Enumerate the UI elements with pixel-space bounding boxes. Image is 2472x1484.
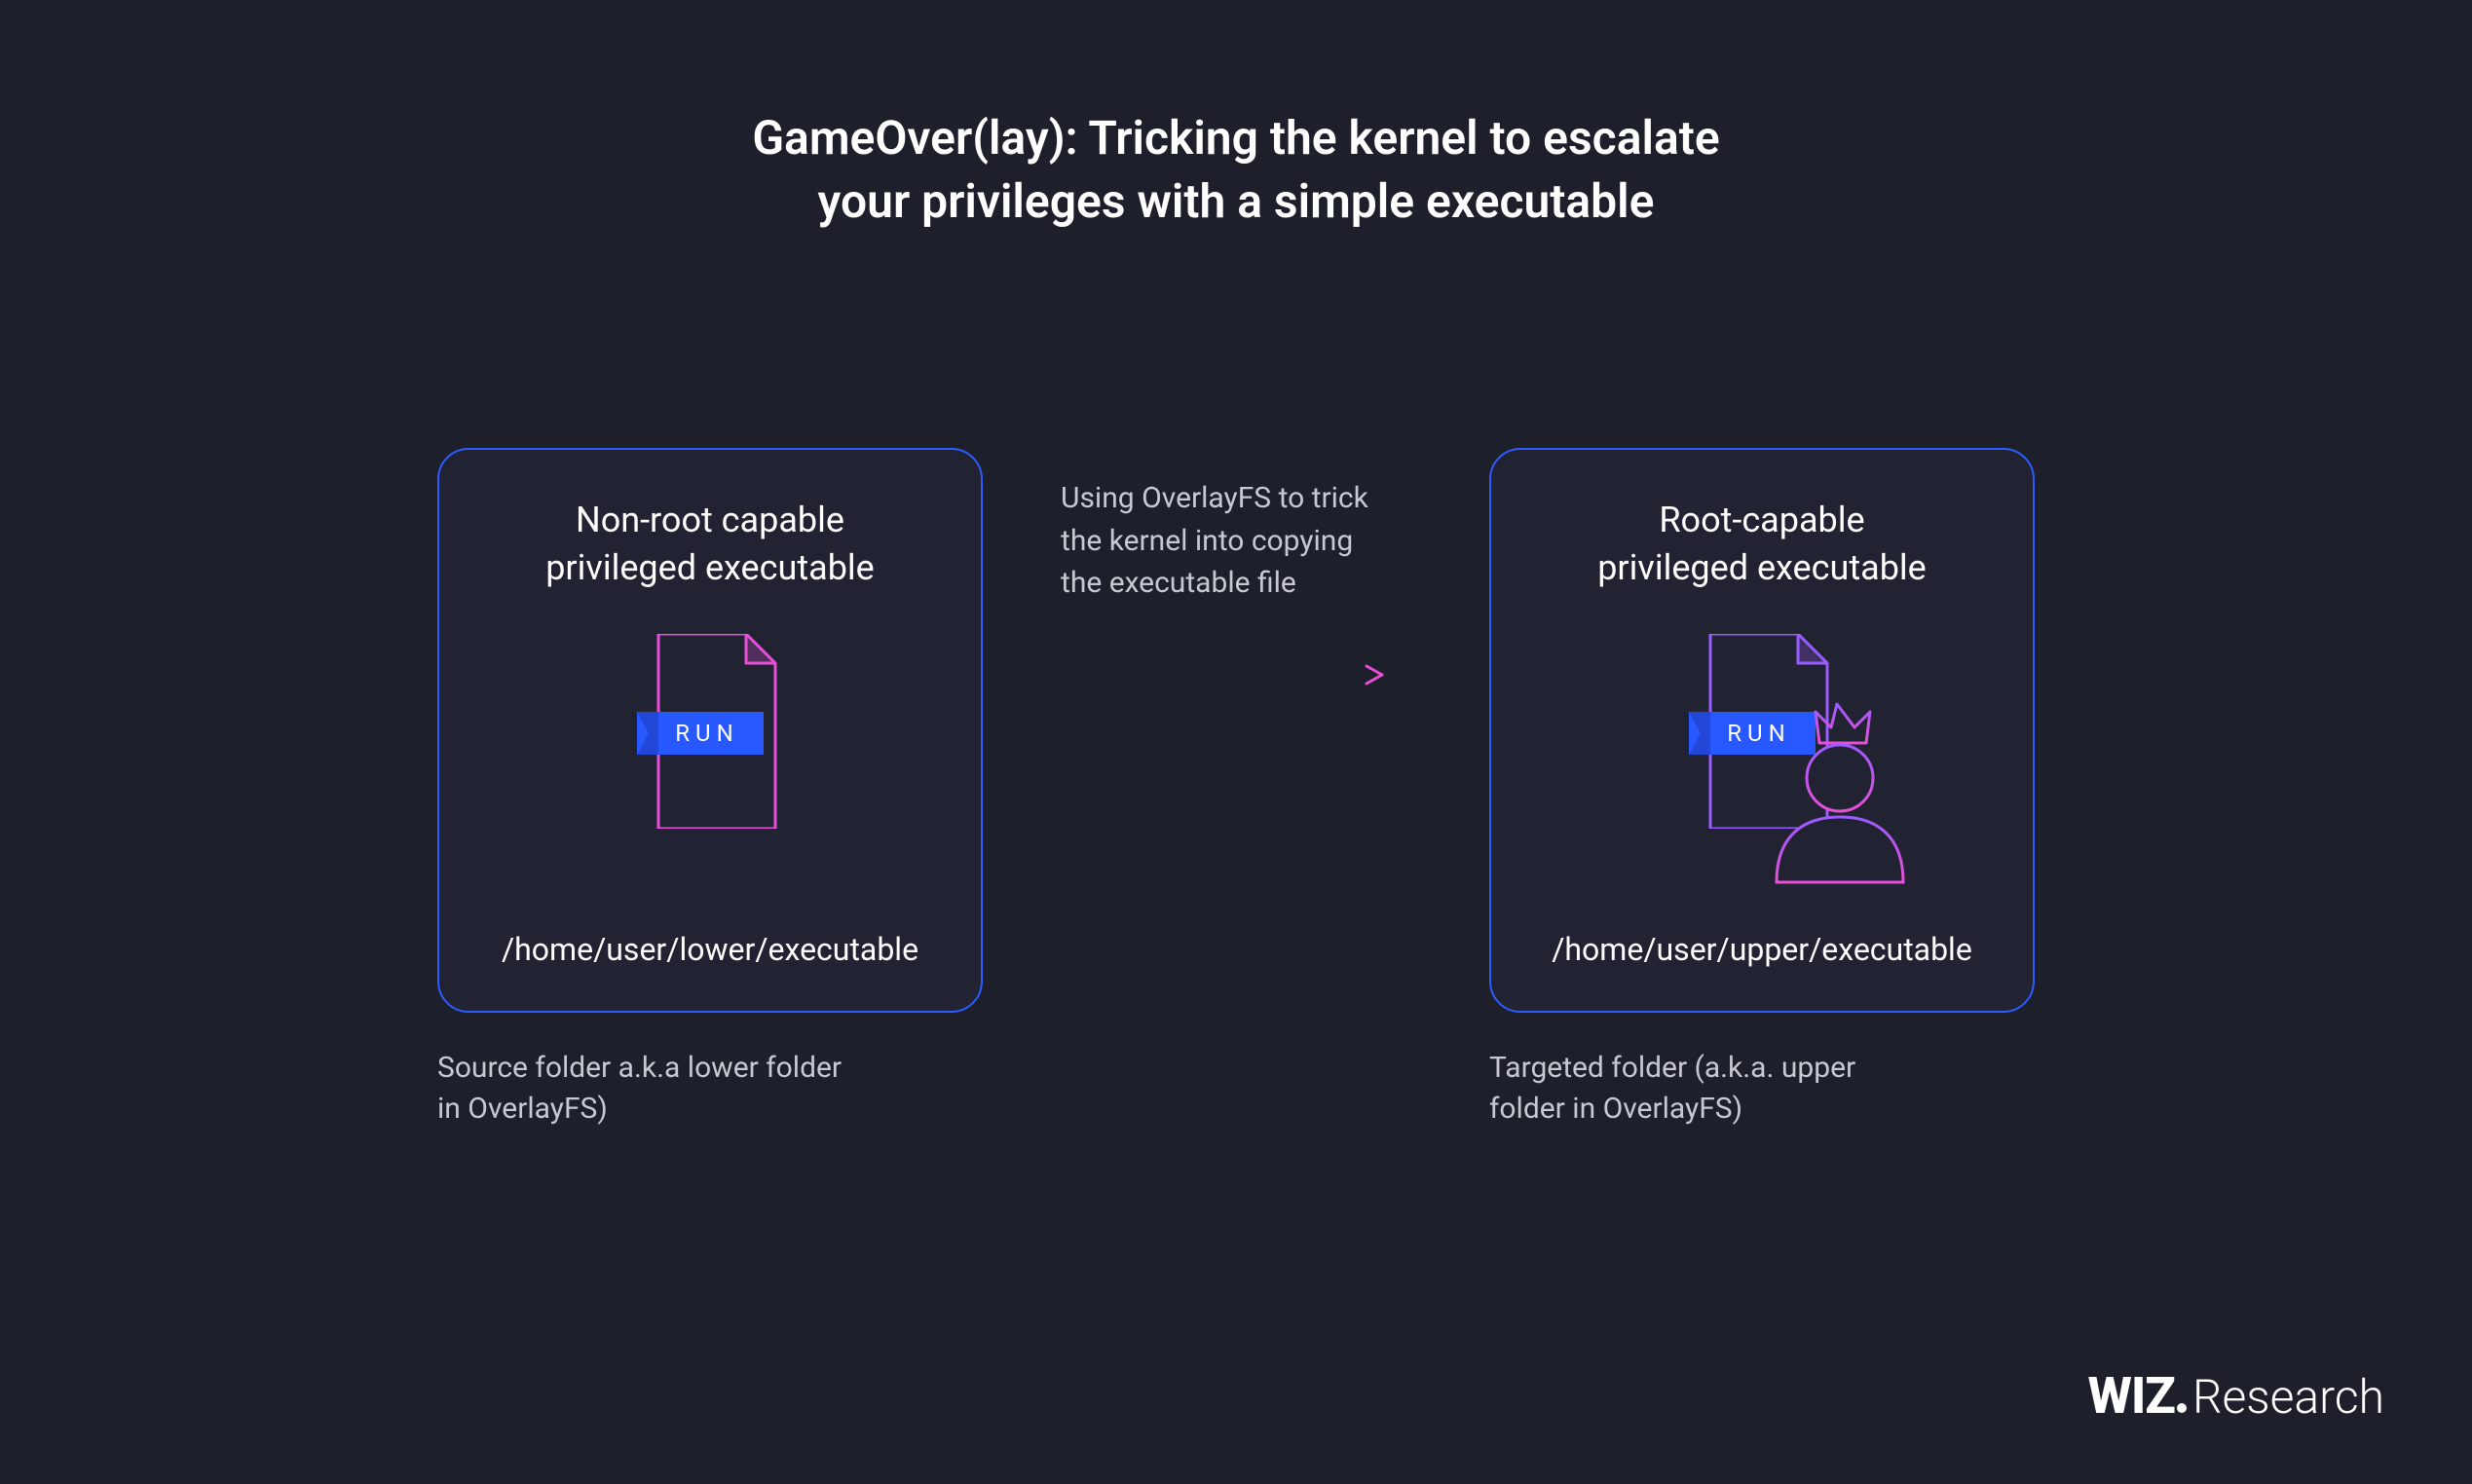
logo-suffix: Research (2192, 1369, 2384, 1425)
middle-column: Using OverlayFS to trick the kernel into… (1061, 448, 1411, 686)
right-caption-line-2: folder in OverlayFS) (1489, 1092, 1742, 1126)
right-heading-line-1: Root-capable (1659, 500, 1864, 540)
right-card-wrap: Root-capable privileged executable RUN (1489, 448, 2035, 1130)
right-path: /home/user/upper/executable (1491, 931, 2033, 968)
diagram-title: GameOver(lay): Tricking the kernel to es… (506, 107, 1966, 234)
logo-dot-icon (2177, 1403, 2187, 1413)
middle-line-3: the executable file (1061, 566, 1296, 600)
run-label: RUN (675, 720, 738, 747)
left-path: /home/user/lower/executable (439, 931, 981, 968)
run-file-root-icon: RUN (1689, 634, 1835, 829)
left-caption-line-1: Source folder a.k.a lower folder (437, 1051, 842, 1085)
arrow-icon (1070, 663, 1402, 686)
middle-text: Using OverlayFS to trick the kernel into… (1061, 477, 1411, 605)
title-line-2: your privileges with a simple executable (818, 173, 1655, 229)
left-card-heading: Non-root capable privileged executable (545, 497, 875, 591)
left-heading-line-2: privileged executable (545, 547, 875, 588)
right-caption: Targeted folder (a.k.a. upper folder in … (1489, 1048, 1855, 1130)
run-file-icon: RUN (637, 634, 783, 829)
left-caption-line-2: in OverlayFS) (437, 1092, 608, 1126)
logo-brand: WIZ (2088, 1366, 2175, 1426)
left-caption: Source folder a.k.a lower folder in Over… (437, 1048, 842, 1130)
right-card: Root-capable privileged executable RUN (1489, 448, 2035, 1013)
diagram-canvas: GameOver(lay): Tricking the kernel to es… (0, 0, 2472, 1484)
right-heading-line-2: privileged executable (1597, 547, 1927, 588)
right-card-heading: Root-capable privileged executable (1597, 497, 1927, 591)
left-heading-line-1: Non-root capable (576, 500, 844, 540)
diagram-row: Non-root capable privileged executable R… (0, 448, 2472, 1130)
left-card: Non-root capable privileged executable R… (437, 448, 983, 1013)
wiz-research-logo: WIZ Research (2088, 1366, 2385, 1426)
middle-line-2: the kernel into copying (1061, 524, 1353, 558)
title-line-1: GameOver(lay): Tricking the kernel to es… (752, 110, 1719, 166)
middle-line-1: Using OverlayFS to trick (1061, 481, 1368, 515)
right-caption-line-1: Targeted folder (a.k.a. upper (1489, 1051, 1855, 1085)
left-card-wrap: Non-root capable privileged executable R… (437, 448, 983, 1130)
root-user-crown-icon (1757, 702, 1923, 887)
